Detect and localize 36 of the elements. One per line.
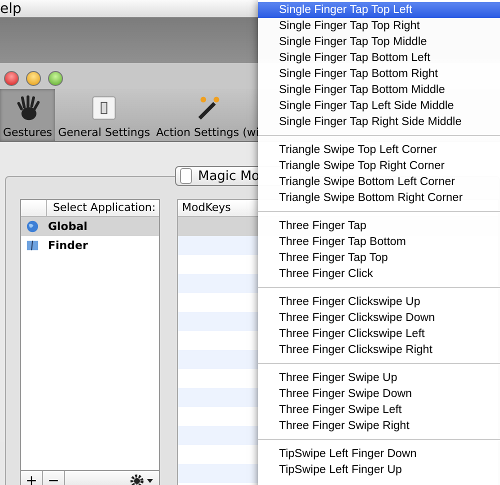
menu-item[interactable]: Three Finger Tap Bottom xyxy=(258,234,500,250)
menu-item[interactable]: Triangle Swipe Top Left Corner xyxy=(258,142,500,158)
settings-icon[interactable] xyxy=(130,474,154,485)
menu-item[interactable]: Three Finger Swipe Right xyxy=(258,418,500,434)
menu-item[interactable]: Three Finger Click xyxy=(258,266,500,282)
zoom-button[interactable] xyxy=(48,70,63,86)
menu-item[interactable]: Three Finger Swipe Up xyxy=(258,370,500,386)
application-row[interactable]: Finder xyxy=(21,236,159,255)
menu-item[interactable]: Single Finger Tap Top Left xyxy=(258,2,500,18)
menu-item[interactable]: TipSwipe Left Finger Down xyxy=(258,446,500,462)
menu-title[interactable]: elp xyxy=(0,0,22,16)
column-header: ModKeys xyxy=(181,201,231,214)
menu-item[interactable]: Three Finger Swipe Down xyxy=(258,386,500,402)
menu-item[interactable]: Three Finger Tap xyxy=(258,218,500,234)
list-button[interactable]: − xyxy=(43,471,65,485)
close-button[interactable] xyxy=(4,70,19,86)
minimize-button[interactable] xyxy=(26,70,41,86)
switch-icon xyxy=(90,94,118,122)
menu-item[interactable]: Three Finger Tap Top xyxy=(258,250,500,266)
column-header: Select Application: xyxy=(52,200,156,216)
menu-item[interactable]: Triangle Swipe Bottom Right Corner xyxy=(258,190,500,206)
toolbar-tab[interactable]: Gestures xyxy=(0,89,56,141)
menu-item[interactable]: TipSwipe Left Finger Up xyxy=(258,462,500,478)
menu-item[interactable]: Three Finger Clickswipe Right xyxy=(258,342,500,358)
menu-item[interactable]: Single Finger Tap Top Middle xyxy=(258,34,500,50)
globe-icon xyxy=(26,220,39,233)
toolbar-tab[interactable]: General Settings xyxy=(55,89,154,141)
menu-item[interactable]: Three Finger Clickswipe Down xyxy=(258,310,500,326)
list-button[interactable]: + xyxy=(21,471,43,485)
menu-item[interactable]: Single Finger Tap Top Right xyxy=(258,18,500,34)
menu-item[interactable]: Three Finger Clickswipe Up xyxy=(258,294,500,310)
menu-item[interactable]: Single Finger Tap Bottom Left xyxy=(258,50,500,66)
menu-item[interactable]: Three Finger Swipe Left xyxy=(258,402,500,418)
menu-item[interactable]: Three Finger Clickswipe Left xyxy=(258,326,500,342)
application-row[interactable]: Global xyxy=(21,217,159,236)
finder-icon xyxy=(26,239,39,252)
